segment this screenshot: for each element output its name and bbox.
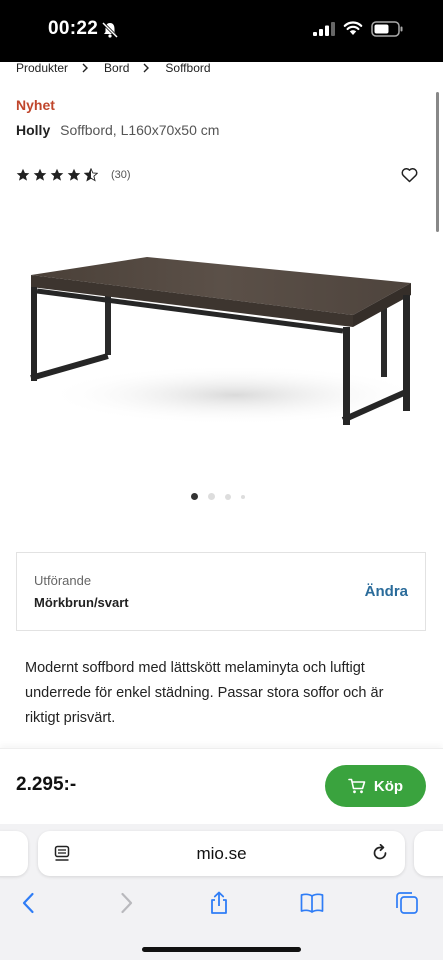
buy-bar: 2.295:- Köp (0, 748, 443, 824)
change-variant-link[interactable]: Ändra (365, 583, 408, 600)
forward-icon[interactable] (114, 891, 138, 915)
tabs-icon[interactable] (395, 891, 419, 915)
variant-label: Utförande (34, 573, 92, 588)
star-half-icon (84, 168, 98, 182)
breadcrumb-item-soffbord[interactable]: Soffbord (165, 61, 210, 75)
status-time: 00:22 (48, 18, 99, 39)
review-count[interactable]: (30) (111, 169, 131, 181)
bell-slash-icon (101, 21, 119, 39)
chevron-right-icon (82, 63, 89, 73)
previous-tab-preview[interactable] (0, 831, 28, 876)
home-indicator (142, 947, 301, 952)
breadcrumb-item-produkter[interactable]: Produkter (16, 61, 68, 75)
star-icon (50, 168, 64, 181)
next-tab-preview[interactable] (414, 831, 443, 876)
variant-selector[interactable]: Utförande Mörkbrun/svart Ändra (16, 552, 426, 631)
product-brand: Holly (16, 122, 51, 138)
pagination-dot[interactable] (225, 493, 231, 500)
product-description: Modernt soffbord med lättskött melaminyt… (25, 660, 384, 726)
buy-button-label: Köp (373, 777, 404, 795)
url-text[interactable]: mio.se (38, 844, 405, 864)
product-subtitle: Soffbord, L160x70x50 cm (60, 122, 220, 138)
scroll-indicator[interactable] (436, 92, 439, 232)
status-bar: 00:22 (0, 0, 443, 62)
buy-button[interactable]: Köp (325, 765, 426, 807)
variant-value: Mörkbrun/svart (34, 595, 129, 610)
chevron-right-icon (143, 63, 150, 73)
heart-icon[interactable] (401, 167, 418, 183)
pagination-dot[interactable] (191, 493, 198, 500)
image-pagination[interactable] (191, 493, 255, 500)
breadcrumb-item-bord[interactable]: Bord (104, 61, 129, 75)
bookmarks-icon[interactable] (300, 891, 324, 915)
back-icon[interactable] (17, 891, 41, 915)
reload-icon[interactable] (371, 844, 389, 862)
price: 2.295:- (16, 774, 77, 795)
battery-icon (371, 21, 403, 37)
star-icon (33, 168, 47, 181)
cart-icon (348, 778, 366, 794)
pagination-dot[interactable] (241, 494, 245, 499)
browser-toolbar: mio.se (0, 824, 443, 960)
signal-icon (313, 22, 335, 36)
share-icon[interactable] (207, 891, 231, 915)
star-icon (16, 168, 30, 181)
star-icon (67, 168, 81, 181)
wifi-icon (343, 21, 363, 35)
pagination-dot[interactable] (208, 493, 215, 500)
rating[interactable]: (30) (16, 168, 131, 182)
breadcrumb: Produkter Bord Soffbord (16, 61, 211, 75)
product-image[interactable] (25, 245, 420, 435)
new-badge: Nyhet (16, 97, 55, 113)
product-title: Holly Soffbord, L160x70x50 cm (16, 122, 219, 138)
address-bar[interactable]: mio.se (38, 831, 405, 876)
